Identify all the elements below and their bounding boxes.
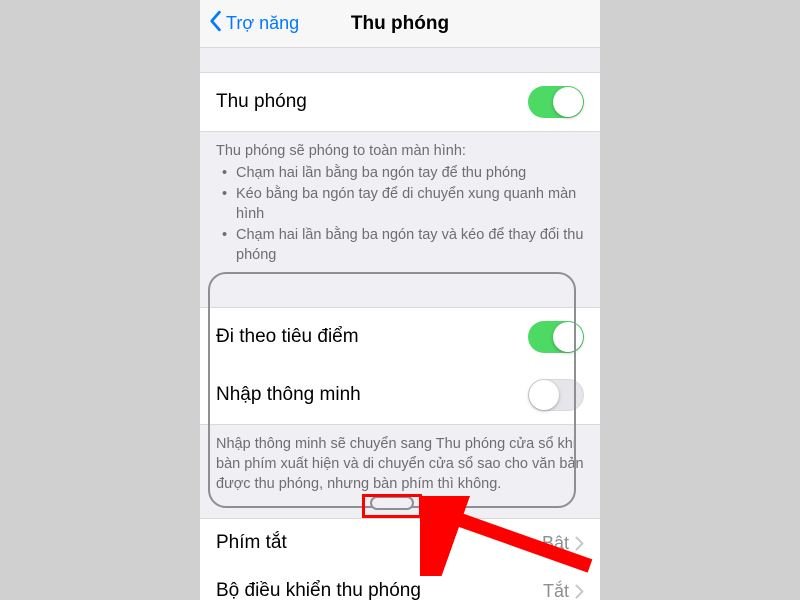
zoom-toggle[interactable] [528,86,584,118]
chevron-left-icon [208,10,226,37]
help-item: Kéo bằng ba ngón tay để di chuyển xung q… [222,185,584,224]
follow-focus-row[interactable]: Đi theo tiêu điểm [200,307,600,366]
shortcut-row[interactable]: Phím tắt Bật [200,518,600,567]
zoom-row[interactable]: Thu phóng [200,72,600,132]
controller-row[interactable]: Bộ điều khiển thu phóng Tắt [200,567,600,600]
zoom-label: Thu phóng [216,91,307,113]
back-button[interactable]: Trợ năng [200,10,299,37]
shortcut-label: Phím tắt [216,532,287,554]
content: Thu phóng Thu phóng sẽ phóng to toàn màn… [200,48,600,600]
chevron-right-icon [575,584,584,599]
shortcut-value: Bật [542,533,569,554]
controller-label: Bộ điều khiển thu phóng [216,580,421,600]
back-label: Trợ năng [226,13,299,34]
smart-typing-row[interactable]: Nhập thông minh [200,366,600,425]
help-title: Thu phóng sẽ phóng to toàn màn hình: [216,142,584,162]
zoom-help: Thu phóng sẽ phóng to toàn màn hình: Chạ… [200,132,600,279]
follow-toggle[interactable] [528,321,584,353]
settings-screen: Trợ năng Thu phóng Thu phóng Thu phóng s… [200,0,600,600]
smart-label: Nhập thông minh [216,384,361,406]
chevron-right-icon [575,536,584,551]
smart-desc: Nhập thông minh sẽ chuyển sang Thu phóng… [200,425,600,508]
smart-toggle[interactable] [528,379,584,411]
help-item: Chạm hai lần bằng ba ngón tay và kéo để … [222,226,584,265]
follow-label: Đi theo tiêu điểm [216,326,359,348]
nav-bar: Trợ năng Thu phóng [200,0,600,48]
controller-value: Tắt [543,581,569,600]
help-item: Chạm hai lần bằng ba ngón tay để thu phó… [222,164,584,184]
